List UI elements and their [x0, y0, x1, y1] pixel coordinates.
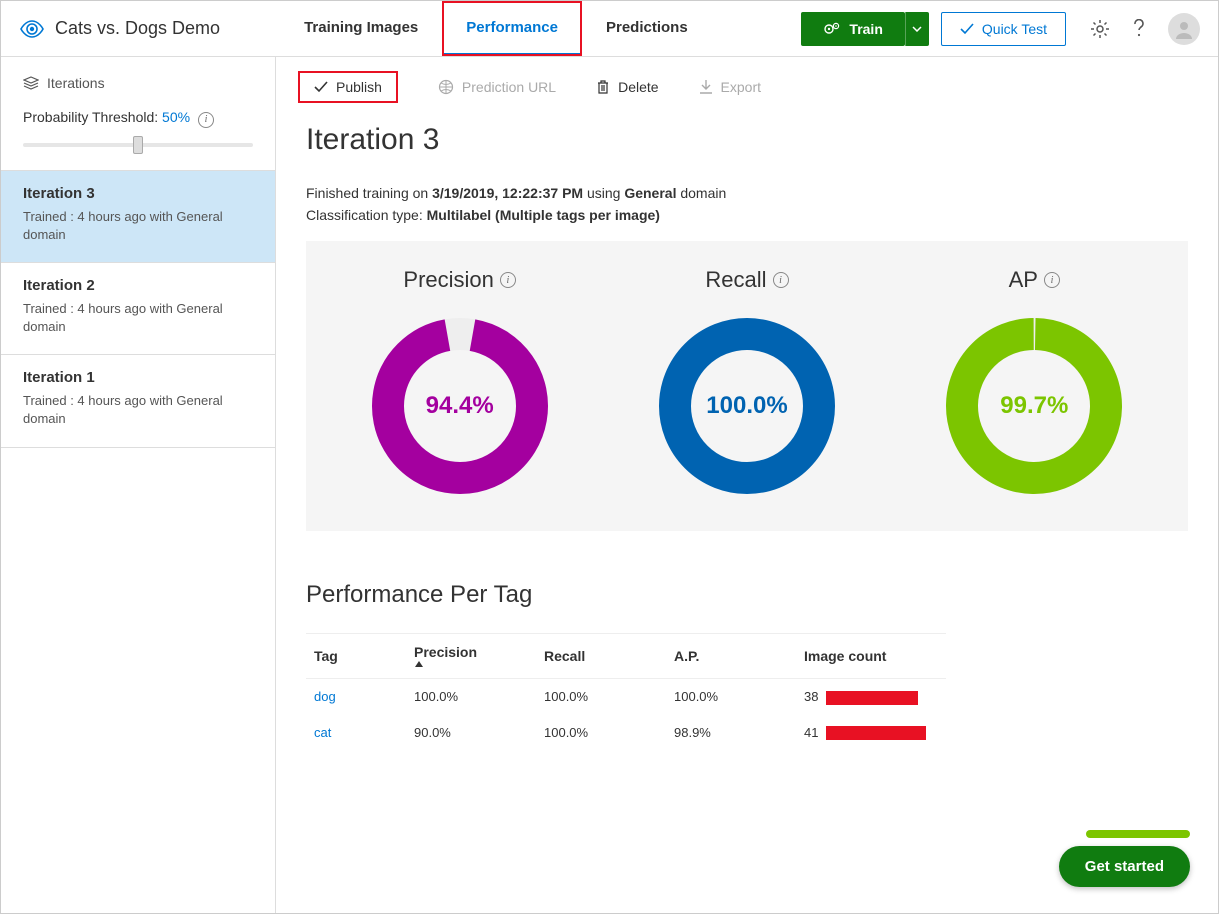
iteration-item-1[interactable]: Iteration 1 Trained : 4 hours ago with G…: [1, 355, 275, 447]
export-button: Export: [699, 79, 761, 95]
iteration-title: Iteration 1: [23, 369, 253, 386]
check-icon: [960, 23, 974, 35]
project-title: Cats vs. Dogs Demo: [55, 18, 220, 39]
settings-icon[interactable]: [1090, 19, 1110, 39]
delete-label: Delete: [618, 79, 658, 95]
donut-ap: 99.7%: [939, 311, 1129, 501]
publish-label: Publish: [336, 79, 382, 95]
iteration-title: Iteration 3: [23, 185, 253, 202]
get-started-group: Get started: [1059, 830, 1190, 887]
slider-thumb[interactable]: [133, 136, 143, 154]
cell-precision: 90.0%: [406, 715, 536, 751]
iteration-subtitle: Trained : 4 hours ago with General domai…: [23, 300, 253, 336]
help-icon[interactable]: [1132, 19, 1146, 39]
metrics-panel: Precisioni 94.4% Recalli: [306, 241, 1188, 531]
iteration-action-bar: Publish Prediction URL Delete: [276, 57, 1218, 115]
donut-recall-value: 100.0%: [652, 311, 842, 501]
donut-recall: 100.0%: [652, 311, 842, 501]
threshold-slider[interactable]: [23, 138, 253, 152]
metric-precision: Precision i 94.4%: [365, 267, 555, 501]
threshold-value: 50%: [162, 109, 190, 125]
info-icon[interactable]: i: [1044, 272, 1060, 288]
performance-table: Tag Precision Recall A.P. Image count: [306, 633, 946, 750]
user-avatar[interactable]: [1168, 13, 1200, 45]
stack-icon: [23, 76, 39, 90]
donut-ap-value: 99.7%: [939, 311, 1129, 501]
metric-recall: Recalli 100.0%: [652, 267, 842, 501]
nav-tabs: Training Images Performance Predictions: [280, 1, 712, 56]
quick-test-label: Quick Test: [982, 21, 1047, 37]
metric-ap: AP i 99.7%: [939, 267, 1129, 501]
table-row: dog 100.0% 100.0% 100.0% 38: [306, 679, 946, 715]
export-label: Export: [721, 79, 761, 95]
col-image-count[interactable]: Image count: [796, 634, 946, 679]
threshold-label: Probability Threshold:: [23, 109, 158, 125]
cell-ap: 98.9%: [666, 715, 796, 751]
trash-icon: [596, 79, 610, 95]
cell-ap: 100.0%: [666, 679, 796, 715]
tab-predictions[interactable]: Predictions: [582, 1, 712, 56]
gears-icon: [823, 22, 841, 36]
performance-per-tag-heading: Performance Per Tag: [306, 581, 1188, 609]
col-precision[interactable]: Precision: [406, 634, 536, 679]
sidebar-iterations-header: Iterations: [1, 57, 275, 99]
cell-count: 38: [796, 679, 946, 715]
training-finished-line: Finished training on 3/19/2019, 12:22:37…: [306, 185, 1188, 201]
prediction-url-button: Prediction URL: [438, 79, 556, 95]
iteration-item-2[interactable]: Iteration 2 Trained : 4 hours ago with G…: [1, 263, 275, 355]
metric-precision-label: Precision: [403, 267, 493, 293]
iterations-label: Iterations: [47, 75, 105, 91]
cell-recall: 100.0%: [536, 679, 666, 715]
metric-recall-label: Recall: [705, 267, 766, 293]
iteration-title: Iteration 2: [23, 277, 253, 294]
info-icon[interactable]: i: [773, 272, 789, 288]
train-dropdown-caret[interactable]: [905, 12, 929, 46]
table-row: cat 90.0% 100.0% 98.9% 41: [306, 715, 946, 751]
delete-button[interactable]: Delete: [596, 79, 658, 95]
cell-precision: 100.0%: [406, 679, 536, 715]
col-tag[interactable]: Tag: [306, 634, 406, 679]
sort-asc-icon: [414, 660, 528, 668]
publish-button[interactable]: Publish: [298, 71, 398, 103]
quick-test-button[interactable]: Quick Test: [941, 12, 1066, 46]
train-button-label: Train: [849, 21, 882, 37]
classification-type-line: Classification type: Multilabel (Multipl…: [306, 207, 1188, 223]
get-started-indicator: [1086, 830, 1190, 838]
cell-count: 41: [796, 715, 946, 751]
iteration-heading: Iteration 3: [306, 123, 1188, 157]
iteration-item-3[interactable]: Iteration 3 Trained : 4 hours ago with G…: [1, 171, 275, 263]
threshold-section: Probability Threshold: 50% i: [1, 99, 275, 171]
tag-link-cat[interactable]: cat: [314, 725, 331, 740]
count-bar: [826, 691, 918, 705]
tab-performance[interactable]: Performance: [442, 1, 582, 56]
count-bar: [826, 726, 926, 740]
tag-link-dog[interactable]: dog: [314, 689, 336, 704]
metric-ap-label: AP: [1009, 267, 1038, 293]
main-content: Publish Prediction URL Delete: [276, 57, 1218, 913]
col-ap[interactable]: A.P.: [666, 634, 796, 679]
sidebar: Iterations Probability Threshold: 50% i …: [1, 57, 276, 913]
prediction-url-label: Prediction URL: [462, 79, 556, 95]
logo-icon: [19, 20, 45, 38]
iterations-list: Iteration 3 Trained : 4 hours ago with G…: [1, 171, 275, 914]
cell-recall: 100.0%: [536, 715, 666, 751]
iteration-subtitle: Trained : 4 hours ago with General domai…: [23, 208, 253, 244]
app-header: Cats vs. Dogs Demo Training Images Perfo…: [1, 1, 1218, 57]
iteration-subtitle: Trained : 4 hours ago with General domai…: [23, 392, 253, 428]
download-icon: [699, 79, 713, 95]
train-button-group: Train: [801, 12, 928, 46]
tab-training-images[interactable]: Training Images: [280, 1, 442, 56]
info-icon[interactable]: i: [198, 112, 214, 128]
get-started-button[interactable]: Get started: [1059, 846, 1190, 887]
globe-icon: [438, 79, 454, 95]
train-button[interactable]: Train: [801, 12, 904, 46]
col-recall[interactable]: Recall: [536, 634, 666, 679]
donut-precision-value: 94.4%: [365, 311, 555, 501]
donut-precision: 94.4%: [365, 311, 555, 501]
info-icon[interactable]: i: [500, 272, 516, 288]
